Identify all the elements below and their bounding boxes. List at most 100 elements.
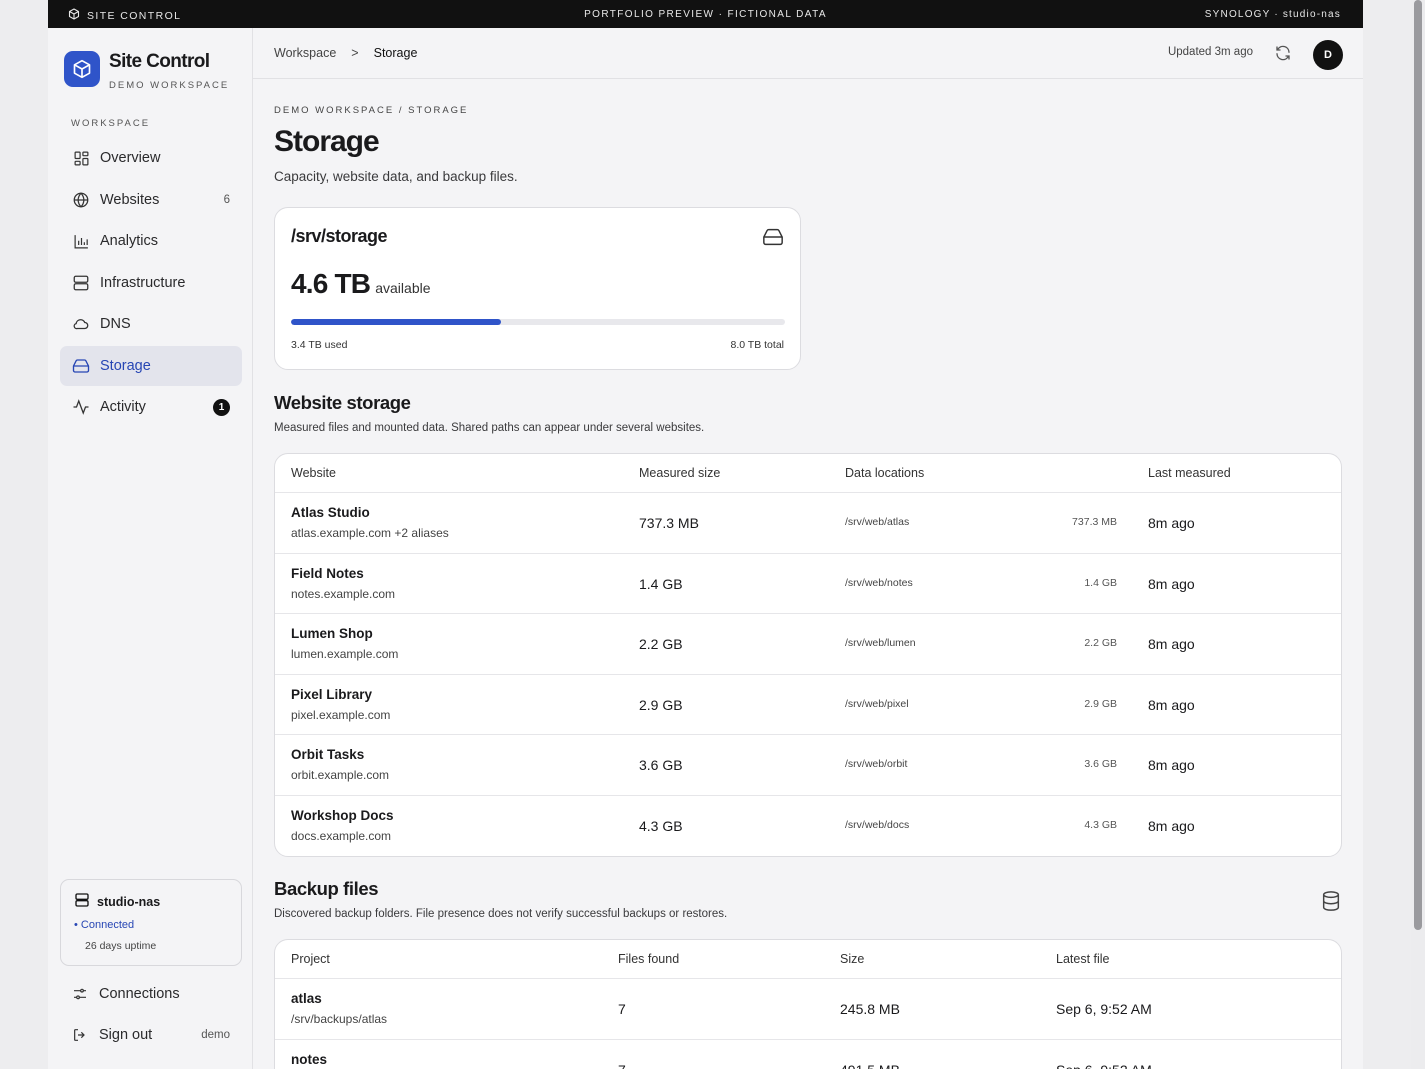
data-location-size: 3.6 GB bbox=[1084, 758, 1117, 770]
website-host: pixel.example.com bbox=[291, 707, 391, 722]
website-name: Atlas Studio bbox=[291, 505, 370, 520]
usage-bar-fill bbox=[291, 319, 501, 325]
nav-section-label: WORKSPACE bbox=[71, 118, 151, 129]
top-bar-separator: · bbox=[1270, 9, 1283, 20]
backup-size: 491.5 MB bbox=[840, 1062, 900, 1069]
sidebar-item-websites[interactable]: Websites 6 bbox=[60, 180, 242, 220]
column-header[interactable]: Measured size bbox=[639, 466, 720, 480]
column-header[interactable]: Size bbox=[840, 952, 864, 966]
server-status-card[interactable]: studio-nas • Connected 26 days uptime bbox=[60, 879, 242, 966]
sliders-icon bbox=[72, 986, 90, 1002]
connections-label: Connections bbox=[99, 986, 180, 1002]
volume-available: 4.6 TB available bbox=[291, 268, 431, 300]
connections-link[interactable]: Connections bbox=[72, 986, 230, 1002]
website-name: Workshop Docs bbox=[291, 807, 394, 823]
table-header: Project Files found Size Latest file bbox=[275, 940, 1341, 979]
measured-size: 737.3 MB bbox=[639, 515, 699, 531]
data-location-path: /srv/web/lumen bbox=[845, 637, 916, 649]
page-subtitle: Capacity, website data, and backup files… bbox=[274, 169, 518, 184]
app-window: SITE CONTROL PORTFOLIO PREVIEW · FICTION… bbox=[48, 0, 1363, 1069]
column-header[interactable]: Last measured bbox=[1148, 466, 1231, 480]
scrollbar-thumb[interactable] bbox=[1414, 0, 1422, 930]
sidebar-item-activity[interactable]: Activity 1 bbox=[60, 387, 242, 427]
avatar[interactable]: D bbox=[1313, 40, 1343, 70]
header: Workspace > Storage Updated 3m ago D bbox=[253, 28, 1363, 79]
hard-drive-icon bbox=[762, 226, 784, 253]
refresh-icon[interactable] bbox=[1274, 44, 1292, 67]
table-row[interactable]: Atlas Studio atlas.example.com +2 aliases… bbox=[275, 493, 1341, 554]
backup-project: atlas bbox=[291, 991, 322, 1006]
backup-files-rows: atlas/srv/backups/atlas 7 245.8 MB Sep 6, 9… bbox=[275, 979, 1341, 1069]
data-location-path: /srv/web/pixel bbox=[845, 697, 909, 710]
files-found: 7 bbox=[618, 1001, 626, 1017]
table-row[interactable]: Pixel Library pixel.example.com 2.9 GB/srv… bbox=[275, 675, 1341, 735]
data-location-size: 2.2 GB bbox=[1084, 637, 1117, 649]
sidebar-item-label: Analytics bbox=[100, 233, 159, 249]
website-name: Field Notes bbox=[291, 565, 364, 581]
last-measured: 8m ago bbox=[1148, 515, 1195, 531]
table-row[interactable]: Orbit Tasks orbit.example.com 3.6 GB/srv/w… bbox=[275, 735, 1341, 796]
table-row[interactable]: atlas/srv/backups/atlas 7 245.8 MB Sep 6, 9… bbox=[275, 979, 1341, 1040]
data-location-size: 2.9 GB bbox=[1084, 697, 1117, 710]
website-host: notes.example.com bbox=[291, 586, 396, 601]
bar-chart-icon bbox=[72, 232, 90, 250]
backup-project: notes bbox=[291, 1051, 328, 1067]
user-label: demo bbox=[201, 1029, 230, 1041]
activity-icon bbox=[72, 398, 90, 416]
sign-out-link[interactable]: Sign out demo bbox=[72, 1027, 230, 1043]
sidebar-item-label: Activity bbox=[100, 399, 146, 415]
grid-icon bbox=[72, 149, 90, 167]
sidebar-item-overview[interactable]: Overview bbox=[60, 138, 242, 178]
data-location-path: /srv/web/notes bbox=[845, 576, 913, 589]
breadcrumb: Workspace > Storage bbox=[274, 46, 417, 60]
website-storage-table: Website Measured size Data locations Las… bbox=[274, 453, 1342, 857]
page-eyebrow: DEMO WORKSPACE / STORAGE bbox=[274, 105, 469, 116]
column-header[interactable]: Website bbox=[291, 466, 336, 480]
latest-file: Sep 6, 9:52 AM bbox=[1056, 1001, 1152, 1017]
website-host: lumen.example.com bbox=[291, 647, 399, 661]
sidebar-item-label: Storage bbox=[100, 357, 151, 374]
website-name: Orbit Tasks bbox=[291, 747, 365, 762]
brand-title: Site Control bbox=[109, 51, 210, 72]
globe-icon bbox=[72, 191, 90, 209]
backup-path: /srv/backups/atlas bbox=[291, 1012, 388, 1026]
brand-subtitle: DEMO WORKSPACE bbox=[109, 80, 230, 91]
last-measured: 8m ago bbox=[1148, 696, 1195, 713]
website-name: Lumen Shop bbox=[291, 626, 373, 641]
website-storage-title: Website storage bbox=[274, 392, 411, 413]
database-icon bbox=[1320, 889, 1342, 918]
brand[interactable]: Site Control DEMO WORKSPACE bbox=[64, 51, 227, 91]
scrollbar[interactable] bbox=[1411, 0, 1425, 1069]
column-header[interactable]: Data locations bbox=[845, 466, 924, 480]
sidebar-nav: Overview Websites 6 Analytics Infrastruc… bbox=[60, 138, 242, 429]
sign-out-label: Sign out bbox=[99, 1027, 153, 1043]
chevron-right-icon: > bbox=[351, 46, 359, 60]
sidebar: Site Control DEMO WORKSPACE WORKSPACE Ov… bbox=[48, 28, 253, 1069]
data-location-size: 737.3 MB bbox=[1072, 516, 1117, 528]
last-measured: 8m ago bbox=[1148, 575, 1195, 592]
table-row[interactable]: notes/srv/backups/notes7491.5 MBSep 6, 9… bbox=[275, 1040, 1341, 1069]
usage-bar bbox=[291, 319, 785, 325]
top-bar-host: SYNOLOGY · studio-nas bbox=[1205, 9, 1341, 20]
table-header: Website Measured size Data locations Las… bbox=[275, 454, 1341, 493]
measured-size: 2.2 GB bbox=[639, 636, 683, 652]
sidebar-item-dns[interactable]: DNS bbox=[60, 304, 242, 344]
sidebar-item-infrastructure[interactable]: Infrastructure bbox=[60, 263, 242, 303]
volume-path: /srv/storage bbox=[291, 226, 388, 246]
table-row[interactable]: Field Notes notes.example.com 1.4 GB/srv/w… bbox=[275, 554, 1341, 614]
cube-logo-icon bbox=[64, 51, 100, 87]
server-name: studio-nas bbox=[74, 892, 160, 911]
website-host: atlas.example.com +2 aliases bbox=[291, 526, 449, 540]
website-host: docs.example.com bbox=[291, 828, 392, 843]
top-bar-vendor: SYNOLOGY bbox=[1204, 9, 1271, 20]
sidebar-item-storage[interactable]: Storage bbox=[60, 345, 242, 386]
column-header[interactable]: Project bbox=[291, 952, 330, 966]
column-header[interactable]: Latest file bbox=[1056, 952, 1110, 966]
volume-available-value: 4.6 TB bbox=[291, 268, 371, 299]
table-row[interactable]: Lumen Shop lumen.example.com 2.2 GB/srv/we… bbox=[275, 614, 1341, 675]
breadcrumb-workspace[interactable]: Workspace bbox=[274, 46, 336, 60]
server-name-label: studio-nas bbox=[97, 894, 161, 909]
table-row[interactable]: Workshop Docs docs.example.com 4.3 GB/srv/… bbox=[275, 796, 1341, 857]
sidebar-item-analytics[interactable]: Analytics bbox=[60, 221, 242, 261]
column-header[interactable]: Files found bbox=[618, 952, 679, 966]
